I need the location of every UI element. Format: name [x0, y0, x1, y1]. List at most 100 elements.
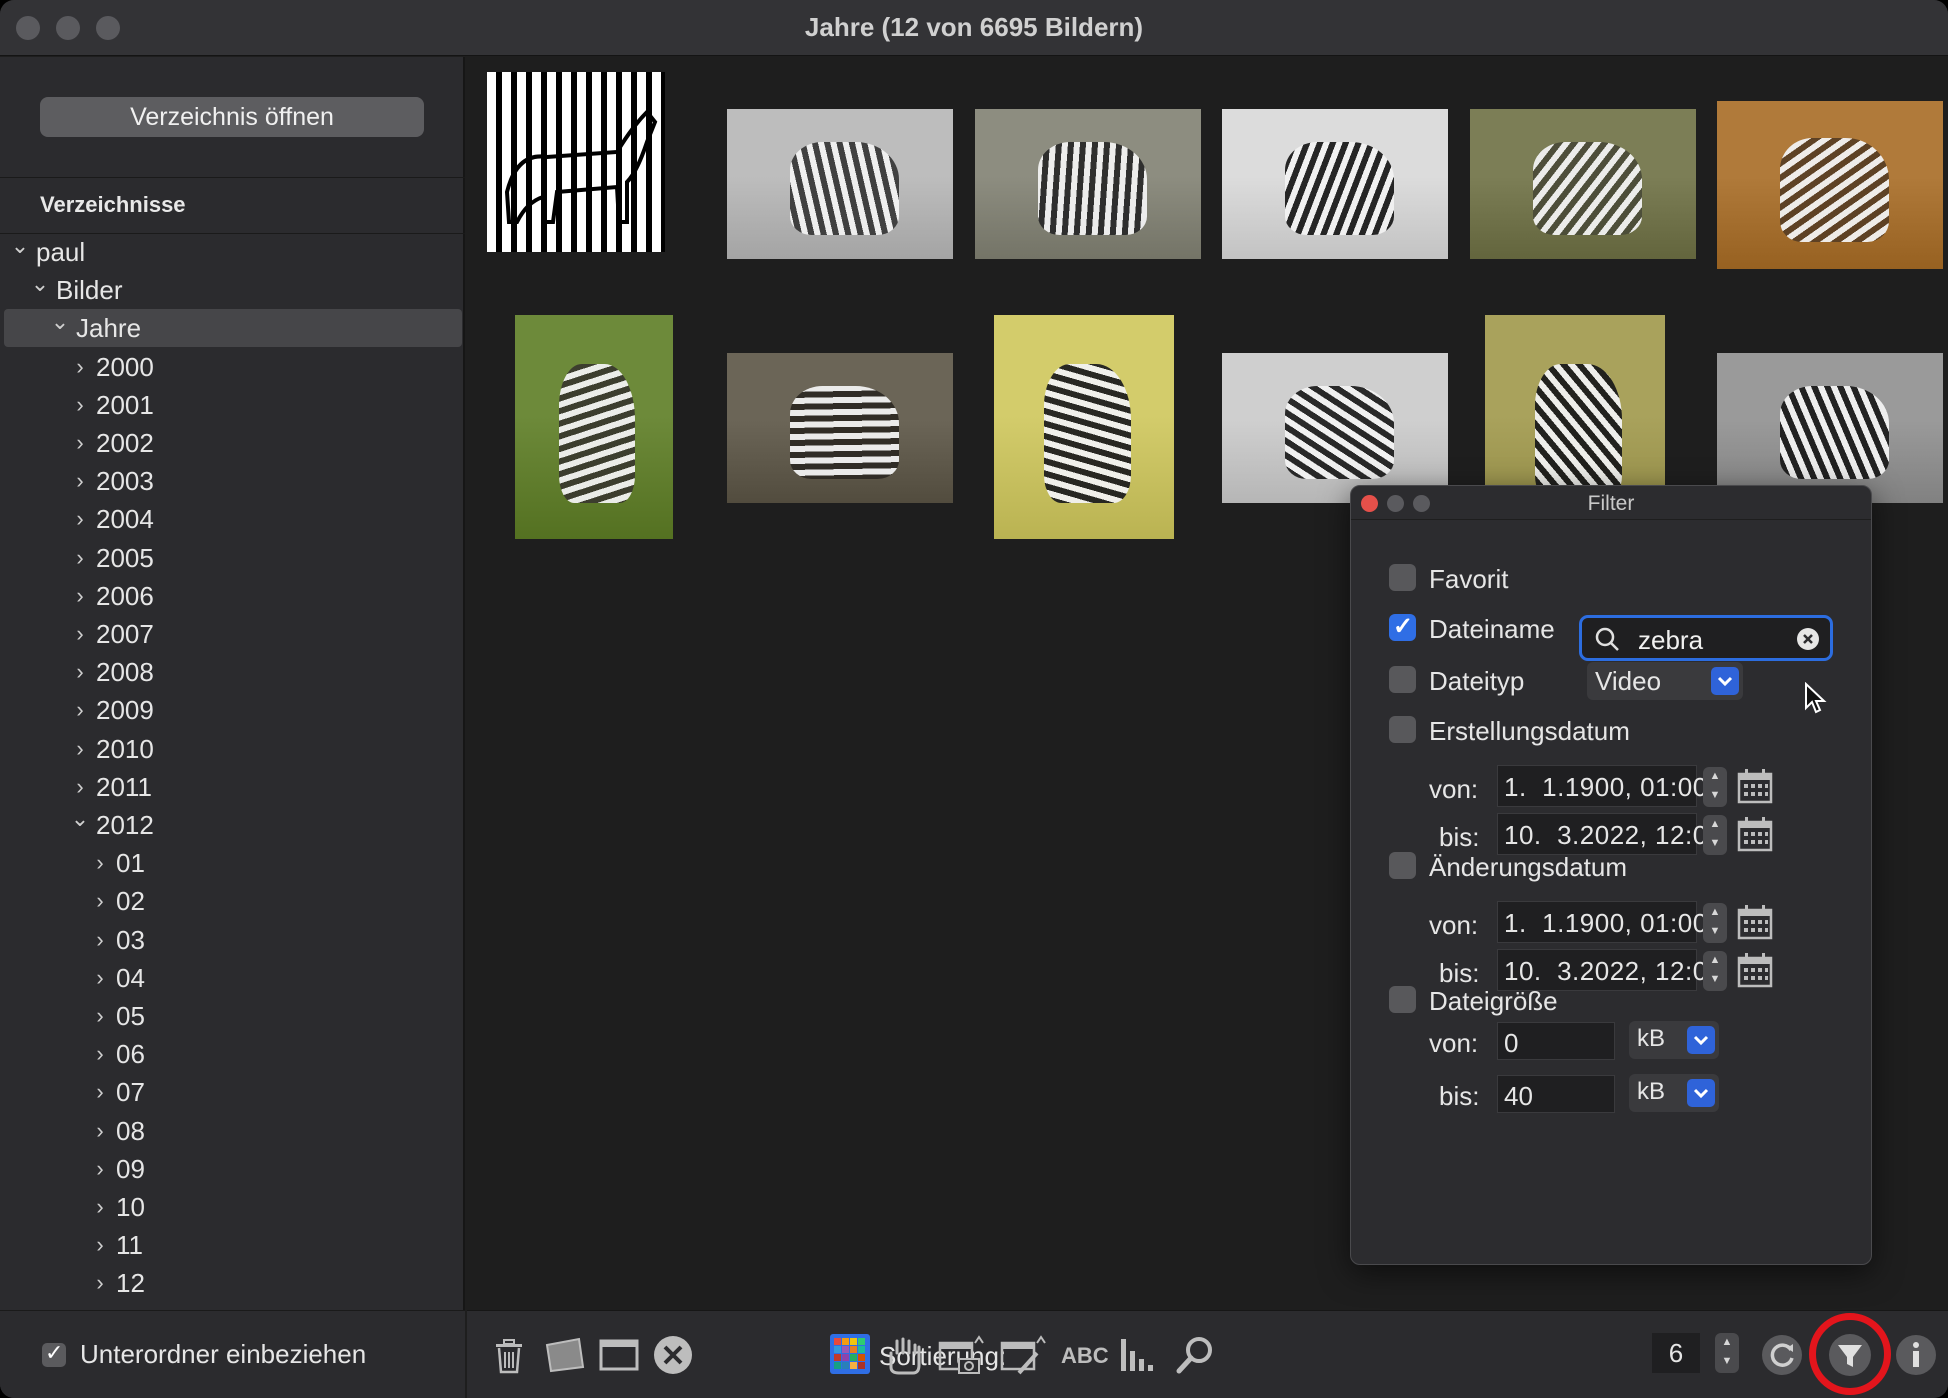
tree-item-paul[interactable]: ⌄ paul: [0, 233, 465, 271]
tree-item-11[interactable]: › 11: [0, 1226, 465, 1264]
sort-edit-date-icon[interactable]: [999, 1333, 1049, 1377]
chevron-right-icon[interactable]: ›: [90, 844, 110, 882]
tree-item-2008[interactable]: › 2008: [0, 653, 465, 691]
open-directory-button[interactable]: Verzeichnis öffnen: [40, 97, 424, 137]
filename-search-input[interactable]: zebra: [1579, 615, 1833, 661]
chevron-right-icon[interactable]: ›: [90, 882, 110, 920]
tree-item-01[interactable]: › 01: [0, 844, 465, 882]
creation-from-field[interactable]: 1. 1.1900, 01:00: [1497, 765, 1707, 807]
sort-hand-icon[interactable]: [883, 1333, 927, 1377]
modified-to-stepper[interactable]: ▲ ▼: [1703, 951, 1727, 991]
tree-item-2009[interactable]: › 2009: [0, 691, 465, 729]
modified-from-field[interactable]: 1. 1.1900, 01:00: [1497, 901, 1707, 943]
chevron-right-icon[interactable]: ›: [70, 462, 90, 500]
search-icon[interactable]: [1173, 1333, 1217, 1377]
modified-to-field[interactable]: 10. 3.2022, 12:06: [1497, 949, 1722, 991]
tree-item-04[interactable]: › 04: [0, 959, 465, 997]
chevron-right-icon[interactable]: ›: [90, 1226, 110, 1264]
chevron-right-icon[interactable]: ›: [90, 1188, 110, 1226]
thumbnail-zebra-bw[interactable]: [727, 109, 953, 259]
folder-icon[interactable]: [543, 1333, 587, 1377]
tree-item-2003[interactable]: › 2003: [0, 462, 465, 500]
tree-item-2000[interactable]: › 2000: [0, 348, 465, 386]
tree-item-2005[interactable]: › 2005: [0, 539, 465, 577]
tree-item-2007[interactable]: › 2007: [0, 615, 465, 653]
chevron-right-icon[interactable]: ›: [90, 959, 110, 997]
sort-name-icon[interactable]: ABC: [1061, 1343, 1109, 1369]
calendar-icon[interactable]: [1737, 904, 1773, 940]
sort-size-icon[interactable]: [1117, 1333, 1161, 1377]
trash-icon[interactable]: [487, 1333, 531, 1377]
chevron-down-icon[interactable]: ⌄: [10, 233, 30, 265]
close-circle-icon[interactable]: [651, 1333, 695, 1377]
tree-item-05[interactable]: › 05: [0, 997, 465, 1035]
chevron-right-icon[interactable]: ›: [90, 997, 110, 1035]
chevron-right-icon[interactable]: ›: [70, 730, 90, 768]
chevron-down-icon[interactable]: ⌄: [50, 303, 70, 341]
chevron-right-icon[interactable]: ›: [70, 615, 90, 653]
modified-date-checkbox[interactable]: [1389, 852, 1416, 879]
tree-item-2004[interactable]: › 2004: [0, 500, 465, 538]
creation-to-field[interactable]: 10. 3.2022, 12:06: [1497, 813, 1722, 855]
tree-item-2012[interactable]: ⌄ 2012: [0, 806, 465, 844]
thumbnail-count-stepper[interactable]: ▲ ▼: [1715, 1333, 1739, 1373]
chevron-right-icon[interactable]: ›: [70, 577, 90, 615]
filesize-from-unit-select[interactable]: kB: [1629, 1021, 1719, 1059]
clear-search-icon[interactable]: [1796, 627, 1820, 651]
chevron-right-icon[interactable]: ›: [70, 691, 90, 729]
tree-item-03[interactable]: › 03: [0, 921, 465, 959]
chevron-right-icon[interactable]: ›: [90, 1073, 110, 1111]
favorite-checkbox[interactable]: [1389, 564, 1416, 591]
chevron-right-icon[interactable]: ›: [90, 1112, 110, 1150]
filesize-from-field[interactable]: 0: [1497, 1022, 1615, 1060]
filesize-checkbox[interactable]: [1389, 986, 1416, 1013]
filesize-to-field[interactable]: 40: [1497, 1075, 1615, 1113]
filename-checkbox[interactable]: [1389, 612, 1416, 641]
tree-item-07[interactable]: › 07: [0, 1073, 465, 1111]
thumbnail-zebras-fighting[interactable]: [975, 109, 1201, 259]
tree-item-08[interactable]: › 08: [0, 1112, 465, 1150]
thumbnail-zebra-herd-grass[interactable]: [1470, 109, 1696, 259]
filesize-to-unit-select[interactable]: kB: [1629, 1074, 1719, 1112]
calendar-icon[interactable]: [1737, 952, 1773, 988]
chevron-right-icon[interactable]: ›: [70, 424, 90, 462]
filetype-checkbox[interactable]: [1389, 666, 1416, 693]
creation-from-stepper[interactable]: ▲ ▼: [1703, 767, 1727, 807]
chevron-right-icon[interactable]: ›: [70, 500, 90, 538]
tree-item-jahre[interactable]: ⌄ Jahre: [4, 309, 462, 348]
refresh-icon[interactable]: [1761, 1334, 1803, 1376]
thumbnail-count-field[interactable]: 6: [1652, 1333, 1700, 1373]
thumbnail-zebra-graphic[interactable]: [487, 72, 665, 252]
chevron-down-icon[interactable]: ⌄: [70, 800, 90, 838]
tree-item-2001[interactable]: › 2001: [0, 386, 465, 424]
tree-item-10[interactable]: › 10: [0, 1188, 465, 1226]
creation-date-checkbox[interactable]: [1389, 716, 1416, 743]
tree-item-06[interactable]: › 06: [0, 1035, 465, 1073]
tree-item-2010[interactable]: › 2010: [0, 730, 465, 768]
thumbnail-zebras-rocks[interactable]: [727, 353, 953, 503]
chevron-right-icon[interactable]: ›: [70, 386, 90, 424]
tree-item-2006[interactable]: › 2006: [0, 577, 465, 615]
chevron-right-icon[interactable]: ›: [70, 348, 90, 386]
thumbnail-zebra-portrait[interactable]: [994, 315, 1174, 539]
chevron-right-icon[interactable]: ›: [90, 921, 110, 959]
creation-to-stepper[interactable]: ▲ ▼: [1703, 815, 1727, 855]
thumbnail-zebras-bw-playing[interactable]: [1222, 353, 1448, 503]
sort-color-icon[interactable]: [829, 1333, 871, 1375]
chevron-right-icon[interactable]: ›: [90, 1035, 110, 1073]
calendar-icon[interactable]: [1737, 816, 1773, 852]
tree-item-2002[interactable]: › 2002: [0, 424, 465, 462]
include-subfolders-checkbox[interactable]: [42, 1340, 66, 1367]
sort-camera-date-icon[interactable]: [937, 1333, 987, 1377]
chevron-right-icon[interactable]: ›: [70, 653, 90, 691]
thumbnail-zebra-herd-savanna[interactable]: [1717, 101, 1943, 269]
info-icon[interactable]: [1895, 1334, 1937, 1376]
thumbnail-zebras-grazing[interactable]: [515, 315, 673, 539]
thumbnail-zebra-bw-group[interactable]: [1222, 109, 1448, 259]
modified-from-stepper[interactable]: ▲ ▼: [1703, 903, 1727, 943]
chevron-right-icon[interactable]: ›: [90, 1264, 110, 1302]
calendar-icon[interactable]: [1737, 768, 1773, 804]
tree-item-12[interactable]: › 12: [0, 1264, 465, 1302]
chevron-down-icon[interactable]: ⌄: [30, 265, 50, 303]
tree-item-02[interactable]: › 02: [0, 882, 465, 920]
